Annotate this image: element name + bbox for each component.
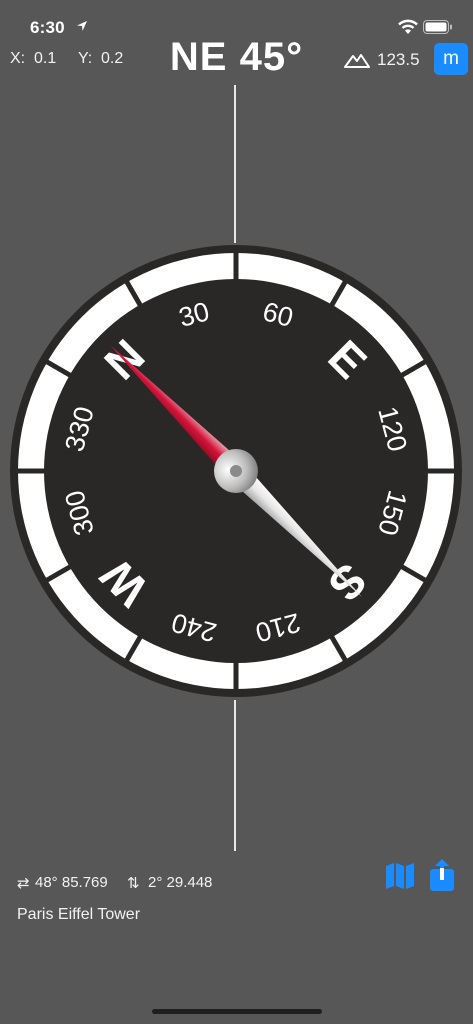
longitude-value: 2° 29.448: [148, 874, 213, 891]
wifi-icon: [398, 19, 418, 34]
location-arrow-icon: [77, 21, 87, 31]
mountain-icon: [344, 54, 370, 68]
longitude-icon: ⇅: [127, 875, 140, 892]
altitude-value: 123.5: [377, 50, 420, 69]
map-icon[interactable]: [384, 862, 416, 890]
compass-dial[interactable]: 3060120150210240300330 NESW: [8, 243, 464, 699]
share-icon[interactable]: [428, 858, 456, 892]
latitude-icon: ⇄: [17, 875, 30, 892]
home-indicator: [152, 1009, 322, 1014]
heading-guide-line-top: [234, 85, 236, 243]
latitude-value: 48° 85.769: [35, 874, 108, 891]
unit-toggle-button[interactable]: m: [434, 43, 468, 75]
heading-guide-line-bottom: [234, 700, 236, 851]
place-name: Paris Eiffel Tower: [17, 906, 141, 923]
battery-icon: [423, 20, 452, 34]
